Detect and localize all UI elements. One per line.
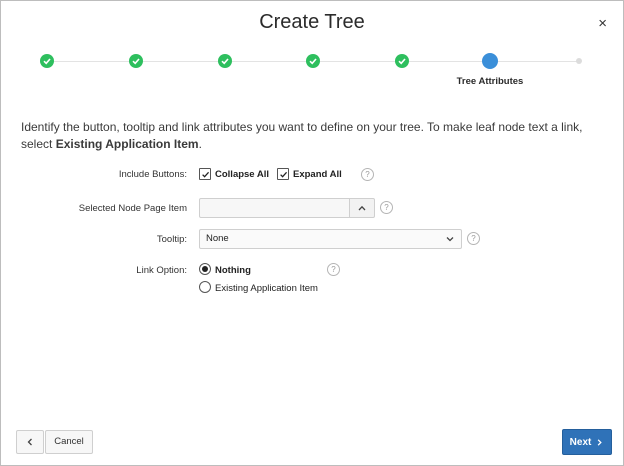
- help-icon-selected-node[interactable]: ?: [380, 201, 393, 214]
- check-icon: [43, 58, 51, 65]
- next-button[interactable]: Next: [562, 429, 612, 455]
- instructions-emphasis: Existing Application Item: [55, 137, 199, 151]
- link-option-nothing-radio[interactable]: [199, 263, 211, 275]
- instructions-text: Identify the button, tooltip and link at…: [21, 119, 611, 153]
- tooltip-select[interactable]: None: [199, 229, 462, 249]
- link-option-existing-item-radio[interactable]: [199, 281, 211, 293]
- chevron-up-icon: [358, 205, 366, 211]
- collapse-all-checkbox[interactable]: [199, 168, 211, 180]
- selected-node-input[interactable]: [199, 198, 351, 218]
- wizard-step-2: [129, 54, 143, 68]
- wizard-step-label-current: Tree Attributes: [456, 76, 524, 87]
- link-option-label: Link Option:: [136, 265, 187, 276]
- wizard-step-4: [306, 54, 320, 68]
- chevron-left-icon: [27, 438, 32, 446]
- next-button-label: Next: [569, 436, 592, 448]
- wizard-step-1: [40, 54, 54, 68]
- wizard-step-5: [395, 54, 409, 68]
- help-icon-link-option[interactable]: ?: [327, 263, 340, 276]
- back-button[interactable]: [16, 430, 44, 454]
- close-icon[interactable]: ×: [598, 15, 607, 32]
- check-icon: [221, 58, 229, 65]
- chevron-down-icon: [446, 237, 454, 242]
- help-icon-include-buttons[interactable]: ?: [361, 168, 374, 181]
- wizard-step-current: [482, 53, 498, 69]
- selected-node-label: Selected Node Page Item: [78, 203, 187, 214]
- expand-all-checkbox[interactable]: [277, 168, 289, 180]
- wizard-step-3: [218, 54, 232, 68]
- tooltip-label: Tooltip:: [156, 234, 187, 245]
- chevron-right-icon: [598, 438, 603, 446]
- check-icon: [279, 171, 287, 178]
- collapse-all-label[interactable]: Collapse All: [215, 169, 269, 180]
- selected-node-picker-button[interactable]: [349, 198, 375, 218]
- check-icon: [132, 58, 140, 65]
- radio-selected-dot: [202, 266, 208, 272]
- include-buttons-label: Include Buttons:: [118, 169, 187, 180]
- instructions-end: .: [198, 137, 202, 151]
- dialog-title: Create Tree: [259, 11, 365, 33]
- help-icon-tooltip[interactable]: ?: [467, 232, 480, 245]
- cancel-button[interactable]: Cancel: [45, 430, 93, 454]
- tooltip-select-value: None: [206, 233, 229, 244]
- check-icon: [309, 58, 317, 65]
- check-icon: [201, 171, 209, 178]
- create-tree-dialog: Create Tree × Tree Attributes Identify t…: [0, 0, 624, 466]
- check-icon: [398, 58, 406, 65]
- expand-all-label[interactable]: Expand All: [293, 169, 342, 180]
- wizard-step-future: [576, 58, 582, 64]
- link-option-nothing-label[interactable]: Nothing: [215, 265, 251, 276]
- link-option-existing-item-label[interactable]: Existing Application Item: [215, 283, 318, 294]
